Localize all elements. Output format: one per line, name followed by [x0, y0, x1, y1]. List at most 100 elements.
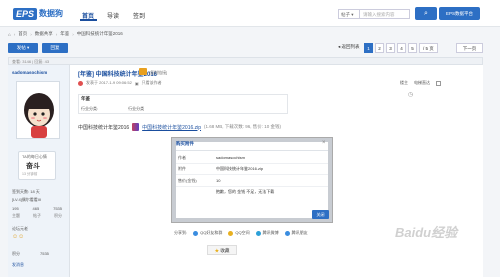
page-link[interactable]: 3: [386, 43, 395, 53]
dialog-row-value: 10: [216, 178, 221, 183]
dialog-row-label: 售价(金钱): [178, 178, 197, 183]
post-tag[interactable]: [年鉴]: [78, 72, 94, 78]
dialog-title: 购买附件: [176, 141, 194, 146]
share-label: 分享到:: [174, 230, 188, 235]
post-floor-links: 楼主 电梯直达: [400, 80, 441, 86]
breadcrumb: ⌂ › 首页 › 数据共享 › 年鉴 › 中国科技统计年鉴2016: [8, 30, 123, 38]
search-type-select[interactable]: 帖子 ▾: [338, 9, 360, 19]
dialog-row-value: sadomasochism: [216, 155, 245, 160]
search-input[interactable]: 请输入搜索内容: [360, 9, 410, 19]
breadcrumb-item[interactable]: 首页: [18, 31, 27, 37]
author-name[interactable]: sadomasochism: [12, 70, 47, 75]
mood-value: 奋斗: [26, 163, 40, 170]
qzone-icon: [228, 230, 234, 236]
post-time: 发表于 2017-1-9 09:06:52: [86, 80, 132, 85]
dialog-close-button[interactable]: 关闭: [312, 210, 329, 219]
page-link[interactable]: 4: [397, 43, 406, 53]
user-rank: 论坛元老: [12, 226, 28, 231]
breadcrumb-separator: ›: [55, 31, 58, 37]
home-icon[interactable]: ⌂: [8, 32, 11, 37]
favorite-button[interactable]: ★ 收藏: [207, 245, 237, 255]
data-platform-button[interactable]: EPS数据平台: [439, 7, 480, 20]
page-link[interactable]: 5: [408, 43, 417, 53]
logo-name: 数据狗: [39, 9, 64, 18]
nav-active-indicator: [80, 19, 97, 21]
floor-jump-input[interactable]: [436, 80, 441, 86]
share-qzone[interactable]: QQ空间: [228, 230, 250, 236]
online-status-icon: [78, 80, 83, 86]
copy-link[interactable]: [复制链接]: [149, 70, 167, 76]
new-post-button[interactable]: 发帖 ▾: [8, 43, 38, 53]
nav-signin[interactable]: 签到: [133, 11, 145, 20]
send-message-link[interactable]: 发消息: [12, 262, 24, 268]
share-item-label: QQ空间: [235, 230, 250, 235]
search-button[interactable]: ⌕: [415, 7, 437, 20]
search-icon: ⌕: [424, 10, 428, 17]
qq-icon: [193, 230, 199, 236]
site-logo[interactable]: EPS 数据狗: [13, 7, 63, 20]
dialog-row-divider: [176, 163, 328, 164]
breadcrumb-current[interactable]: 中国科技统计年鉴2016: [77, 31, 123, 37]
stat-value[interactable]: 7535: [53, 206, 62, 211]
logo-badge: EPS: [13, 7, 38, 20]
pagination: 1 2 3 4 5 / 5 页: [364, 43, 438, 53]
archive-file-icon: [132, 123, 140, 131]
stat-value[interactable]: 465: [33, 206, 40, 211]
attachment-line: 中国科技统计年鉴2016 中国科技统计年鉴2016.zip (1.68 MB, …: [78, 123, 281, 131]
weibo-icon: [255, 230, 261, 236]
attachment-link[interactable]: 中国科技统计年鉴2016.zip: [142, 124, 201, 131]
breadcrumb-item[interactable]: 数据共享: [35, 31, 53, 37]
share-qq-friends[interactable]: QQ好友和群: [193, 230, 222, 236]
nav-guide[interactable]: 导读: [107, 11, 119, 20]
post-meta: 发表于 2017-1-9 09:06:52 ▣ 只看该作者: [78, 80, 162, 86]
jump-to-floor-link[interactable]: 电梯直达: [414, 80, 430, 86]
share-tencent-weibo[interactable]: 腾讯微博: [255, 230, 279, 236]
mood-time: 13 分钟前: [22, 172, 38, 176]
share-item-label: QQ好友和群: [200, 230, 223, 235]
friends-icon: [284, 230, 290, 236]
points-label: 积分: [12, 251, 20, 256]
dialog-row-divider: [176, 174, 328, 175]
dialog-row-divider: [176, 186, 328, 187]
medal-icons: ☺☺: [12, 234, 25, 240]
user-stats-labels: 主题 帖子 积分: [12, 213, 62, 219]
only-author-link[interactable]: 只看该作者: [142, 80, 162, 86]
points-value: 7535: [40, 251, 49, 256]
page-link[interactable]: 2: [375, 43, 384, 53]
search-type-value: 帖子: [341, 12, 350, 17]
breadcrumb-separator: ›: [30, 31, 32, 37]
breadcrumb-separator: ›: [13, 31, 16, 37]
sign-days: 签到天数: 18 天: [12, 189, 40, 194]
back-to-list-link[interactable]: ◂ 返回列表: [338, 44, 360, 50]
dialog-message: 抱歉，您的 金钱 不足，无法下载: [216, 189, 275, 194]
thread-stats: 查看: 3146 | 回复: 43: [8, 57, 483, 65]
stat-label: 主题: [12, 213, 20, 218]
user-stats: 195 465 7535: [12, 206, 62, 211]
share-bar: 分享到: QQ好友和群 QQ空间 腾讯微博 腾讯朋友: [174, 230, 308, 236]
dialog-row-label: 附件: [178, 166, 186, 171]
share-tencent-friends[interactable]: 腾讯朋友: [284, 230, 308, 236]
attribute-row: 行业分类: 行业分类: [81, 106, 144, 112]
close-icon[interactable]: ×: [322, 140, 326, 146]
favorite-label: 收藏: [220, 248, 230, 253]
user-level[interactable]: [LV.4]偶尔看看III: [12, 197, 41, 203]
page-jump-input[interactable]: / 5 页: [419, 43, 438, 53]
author-only-icon: ▣: [134, 80, 139, 86]
dialog-row-label: 作者: [178, 155, 186, 160]
reply-button[interactable]: 回复: [42, 43, 68, 53]
mood-label: TA的每日心情: [22, 154, 47, 159]
page-link-current[interactable]: 1: [364, 43, 373, 53]
breadcrumb-item[interactable]: 年鉴: [60, 31, 69, 37]
attachment-info: (1.68 MB, 下载次数: 96, 售价: 10 金钱): [204, 124, 282, 129]
star-icon: ★: [214, 248, 220, 253]
watermark: Baidu经验: [395, 225, 458, 240]
dialog-row-value: 中国科技统计年鉴2016.zip: [216, 166, 264, 171]
clock-icon: ◷: [408, 92, 414, 98]
avatar[interactable]: [16, 81, 60, 139]
hot-thread-icon: [139, 68, 147, 75]
share-item-label: 腾讯微博: [262, 230, 279, 235]
share-item-label: 腾讯朋友: [291, 230, 308, 235]
avatar-image: [24, 93, 54, 138]
stat-value[interactable]: 195: [12, 206, 19, 211]
next-page-button[interactable]: 下一页: [456, 43, 483, 53]
